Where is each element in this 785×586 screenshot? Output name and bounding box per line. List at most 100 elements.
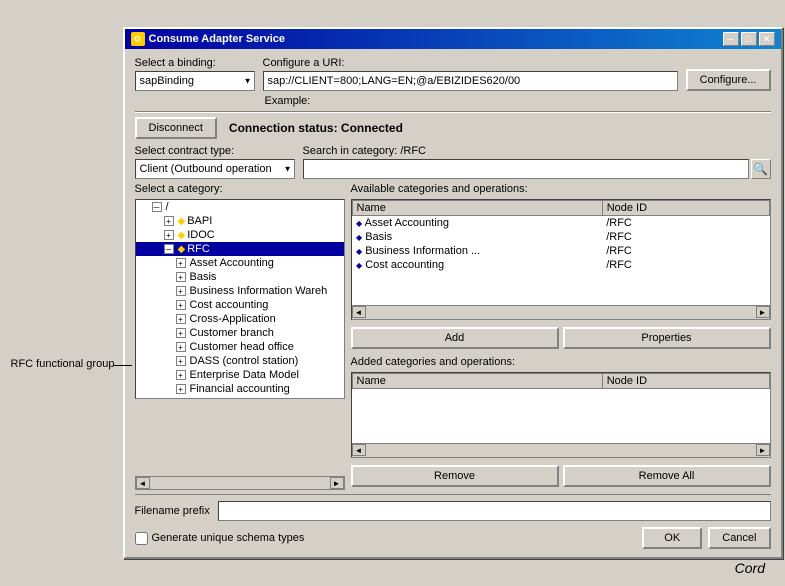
table-row[interactable]: ◆ Asset Accounting /RFC (352, 216, 769, 231)
tree-label-cost: Cost accounting (190, 299, 269, 311)
cord-text: Cord (735, 560, 765, 576)
avail-name-2: ◆ Business Information ... (352, 244, 602, 258)
expand-dass[interactable]: + (176, 356, 186, 366)
tree-label-fin: Financial accounting (190, 383, 290, 395)
expand-rfc[interactable]: ─ (164, 244, 174, 254)
expand-basis[interactable]: + (176, 272, 186, 282)
avail-nodeid-2: /RFC (602, 244, 769, 258)
added-col-nodeid: Node ID (602, 374, 769, 389)
tree-item-edm[interactable]: + Enterprise Data Model (136, 368, 344, 382)
contract-select[interactable]: Client (Outbound operation (135, 159, 295, 179)
add-button[interactable]: Add (351, 327, 559, 349)
expand-edm[interactable]: + (176, 370, 186, 380)
tree-label-biw: Business Information Wareh (190, 285, 328, 297)
tree-item-custhead[interactable]: + Customer head office (136, 340, 344, 354)
hscroll-right[interactable]: ► (330, 477, 344, 489)
binding-select[interactable]: sapBinding (135, 71, 255, 91)
tree-item-rfc[interactable]: ─ ◆ RFC (136, 242, 344, 256)
added-hscroll[interactable]: ◄ ► (352, 443, 770, 457)
avail-nodeid-0: /RFC (602, 216, 769, 231)
expand-root[interactable]: ─ (152, 202, 162, 212)
folder-icon-idoc: ◆ (178, 230, 186, 241)
remove-all-button[interactable]: Remove All (563, 465, 771, 487)
search-button[interactable]: 🔍 (751, 159, 771, 179)
search-label: Search in category: /RFC (303, 145, 771, 157)
main-window: ⚙ Consume Adapter Service ─ □ ✕ Select a… (123, 27, 783, 559)
annotation-line (114, 365, 132, 366)
category-tree[interactable]: ─ / + ◆ BAPI + ◆ IDOC (135, 199, 345, 399)
folder-icon-bapi: ◆ (178, 216, 186, 227)
tree-label-custbranch: Customer branch (190, 327, 274, 339)
tree-item-biw[interactable]: + Business Information Wareh (136, 284, 344, 298)
search-input[interactable] (303, 159, 749, 179)
available-hscroll[interactable]: ◄ ► (352, 305, 770, 319)
properties-button[interactable]: Properties (563, 327, 771, 349)
added-hscroll-right[interactable]: ► (756, 444, 770, 456)
close-button[interactable]: ✕ (759, 32, 775, 46)
avail-hscroll-track (366, 306, 756, 319)
added-hscroll-track (366, 444, 756, 457)
added-col-name: Name (352, 374, 602, 389)
avail-hscroll-left[interactable]: ◄ (352, 306, 366, 318)
avail-hscroll-right[interactable]: ► (756, 306, 770, 318)
example-label: Example: (265, 95, 311, 107)
table-row[interactable]: ◆ Basis /RFC (352, 230, 769, 244)
ok-button[interactable]: OK (642, 527, 702, 549)
expand-fin[interactable]: + (176, 384, 186, 394)
expand-idoc[interactable]: + (164, 230, 174, 240)
minimize-button[interactable]: ─ (723, 32, 739, 46)
tree-item-asset[interactable]: + Asset Accounting (136, 256, 344, 270)
tree-label-idoc: IDOC (187, 229, 215, 241)
hscroll-left[interactable]: ◄ (136, 477, 150, 489)
category-label: Select a category: (135, 183, 345, 195)
expand-custbranch[interactable]: + (176, 328, 186, 338)
expand-cost[interactable]: + (176, 300, 186, 310)
expand-custhead[interactable]: + (176, 342, 186, 352)
expand-bapi[interactable]: + (164, 216, 174, 226)
available-table-scroll[interactable]: Name Node ID ◆ Asset Accounting (352, 200, 770, 305)
added-label: Added categories and operations: (351, 356, 771, 368)
folder-icon-rfc: ◆ (178, 244, 186, 255)
generate-checkbox[interactable] (135, 532, 148, 545)
avail-name-3: ◆ Cost accounting (352, 258, 602, 272)
added-hscroll-left[interactable]: ◄ (352, 444, 366, 456)
tree-item-fin[interactable]: + Financial accounting (136, 382, 344, 396)
avail-nodeid-1: /RFC (602, 230, 769, 244)
tree-item-idoc[interactable]: + ◆ IDOC (136, 228, 344, 242)
uri-input[interactable] (263, 71, 678, 91)
tree-hscroll[interactable]: ◄ ► (135, 476, 345, 490)
tree-item-root[interactable]: ─ / (136, 200, 344, 214)
filename-input[interactable] (218, 501, 771, 521)
tree-label-edm: Enterprise Data Model (190, 369, 299, 381)
tree-item-custbranch[interactable]: + Customer branch (136, 326, 344, 340)
tree-label-basis: Basis (190, 271, 217, 283)
available-table: Name Node ID ◆ Asset Accounting (352, 200, 770, 272)
tree-item-cross[interactable]: + Cross-Application (136, 312, 344, 326)
tree-item-dass[interactable]: + DASS (control station) (136, 354, 344, 368)
annotation-text: RFC functional group (11, 358, 115, 370)
configure-button[interactable]: Configure... (686, 69, 771, 91)
expand-asset[interactable]: + (176, 258, 186, 268)
tree-item-cost[interactable]: + Cost accounting (136, 298, 344, 312)
hscroll-track (150, 477, 330, 489)
maximize-button[interactable]: □ (741, 32, 757, 46)
remove-button[interactable]: Remove (351, 465, 559, 487)
disconnect-button[interactable]: Disconnect (135, 117, 217, 139)
tree-item-gl[interactable]: + General ledger (136, 396, 344, 399)
expand-cross[interactable]: + (176, 314, 186, 324)
table-row[interactable]: ◆ Business Information ... /RFC (352, 244, 769, 258)
tree-label-rfc: RFC (187, 243, 210, 255)
avail-name-1: ◆ Basis (352, 230, 602, 244)
tree-item-basis[interactable]: + Basis (136, 270, 344, 284)
tree-root-label: / (166, 201, 169, 213)
table-row[interactable]: ◆ Cost accounting /RFC (352, 258, 769, 272)
added-table-scroll[interactable]: Name Node ID (352, 373, 770, 443)
window-icon: ⚙ (131, 32, 145, 46)
tree-label-bapi: BAPI (187, 215, 212, 227)
expand-gl[interactable]: + (176, 398, 186, 399)
available-col-nodeid: Node ID (602, 201, 769, 216)
generate-label: Generate unique schema types (152, 532, 305, 544)
cancel-button[interactable]: Cancel (708, 527, 770, 549)
tree-item-bapi[interactable]: + ◆ BAPI (136, 214, 344, 228)
expand-biw[interactable]: + (176, 286, 186, 296)
